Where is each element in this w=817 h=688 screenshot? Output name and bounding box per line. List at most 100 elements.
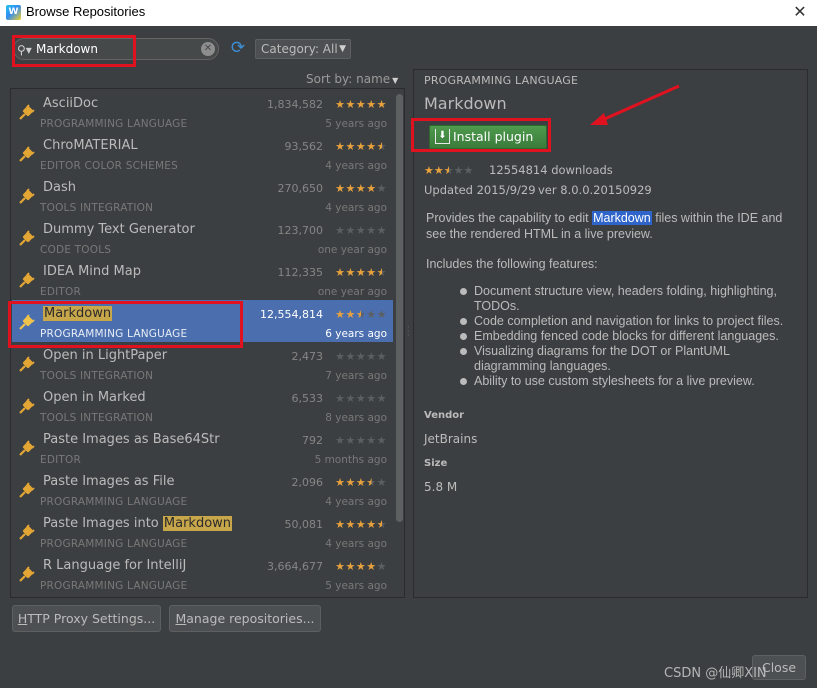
manage-button-label: anage repositories... [186, 611, 315, 626]
detail-version: ver 8.0.0.20150929 [538, 183, 652, 197]
description-highlight: Markdown [592, 211, 652, 225]
features-title: Includes the following features: [426, 257, 598, 271]
category-dropdown[interactable]: Category: All ▼ [255, 39, 351, 59]
plugin-icon [18, 397, 36, 415]
plugin-age: one year ago [317, 286, 387, 298]
plugin-age: 5 months ago [314, 454, 387, 466]
plugin-downloads: 6,533 [291, 392, 324, 405]
plugin-rating-stars: ★★★★★ [335, 434, 387, 447]
manage-repositories-button[interactable]: Manage repositories... [169, 605, 321, 632]
plugin-row[interactable]: Paste Images as Base64Str EDITOR 792 ★★★★★ 5… [12, 426, 393, 468]
plugin-row[interactable]: ChroMATERIAL EDITOR COLOR SCHEMES 93,562 ★★… [12, 132, 393, 174]
plugin-row[interactable]: AsciiDoc PROGRAMMING LANGUAGE 1,834,582 ★★★… [12, 90, 393, 132]
plugin-category: PROGRAMMING LANGUAGE [40, 580, 188, 592]
detail-updated: Updated 2015/9/29 [424, 183, 536, 197]
plugin-row[interactable]: Paste Images as File PROGRAMMING LANGUAGE… [12, 468, 393, 510]
search-icon[interactable]: ⚲▾ [17, 42, 37, 58]
install-plugin-button[interactable]: ⬇ Install plugin [429, 125, 547, 149]
plugin-detail-panel: PROGRAMMING LANGUAGE Markdown ⬇ Install … [413, 69, 808, 598]
description-text: Provides the capability to edit [426, 211, 593, 225]
detail-category: PROGRAMMING LANGUAGE [424, 74, 579, 87]
plugin-category: TOOLS INTEGRATION [40, 370, 154, 382]
search-input[interactable] [36, 40, 196, 58]
plugin-row[interactable]: Open in LightPaper TOOLS INTEGRATION 2,473… [12, 342, 393, 384]
proxy-button-mnemonic: H [17, 611, 28, 626]
plugin-category: EDITOR [40, 286, 81, 298]
title-bar: W Browse Repositories ✕ [0, 0, 817, 26]
watermark: CSDN @仙卿XIN [664, 666, 767, 681]
plugin-list[interactable]: AsciiDoc PROGRAMMING LANGUAGE 1,834,582 ★★★… [10, 88, 405, 598]
plugin-icon [18, 313, 36, 331]
plugin-category: PROGRAMMING LANGUAGE [40, 538, 188, 550]
proxy-button-label: TTP Proxy Settings... [27, 611, 156, 626]
window-title: Browse Repositories [26, 4, 146, 19]
plugin-downloads: 3,664,677 [267, 560, 323, 573]
chevron-down-icon: ▼ [339, 44, 346, 54]
plugin-downloads: 792 [302, 434, 323, 447]
plugin-icon [18, 439, 36, 457]
detail-plugin-name: Markdown [424, 94, 507, 113]
plugin-row[interactable]: Paste Images into Markdown PROGRAMMING LA… [12, 510, 393, 552]
plugin-name-text: Paste Images into [43, 516, 163, 531]
plugin-category: TOOLS INTEGRATION [40, 412, 154, 424]
size-value: 5.8 M [424, 480, 458, 494]
plugin-age: 4 years ago [325, 496, 387, 508]
search-box[interactable]: ⚲▾ ✕ [13, 38, 219, 60]
webstorm-logo-icon: W [6, 5, 21, 20]
detail-description: Provides the capability to edit Markdown… [426, 211, 796, 242]
plugin-rating-stars: ★★★★★ [335, 518, 387, 531]
plugin-category: TOOLS INTEGRATION [40, 202, 154, 214]
plugin-age: 4 years ago [325, 202, 387, 214]
feature-item: Document structure view, headers folding… [460, 284, 790, 314]
chevron-down-icon: ▼ [392, 76, 399, 85]
plugin-category: PROGRAMMING LANGUAGE [40, 328, 188, 340]
plugin-name: Dash [43, 180, 76, 195]
refresh-icon[interactable]: ⟳ [229, 38, 247, 58]
plugin-age: 6 years ago [325, 328, 387, 340]
plugin-icon [18, 565, 36, 583]
plugin-row[interactable]: IDEA Mind Map EDITOR 112,335 ★★★★★ one year … [12, 258, 393, 300]
plugin-rating-stars: ★★★★★ [335, 266, 387, 279]
plugin-age: 5 years ago [325, 580, 387, 592]
plugin-name: AsciiDoc [43, 96, 99, 111]
plugin-age: one year ago [317, 244, 387, 256]
sort-by-label: Sort by: name [306, 72, 391, 86]
size-label: Size [424, 458, 448, 469]
plugin-row[interactable]: R Language for IntelliJ PROGRAMMING LANGU… [12, 552, 393, 594]
plugin-downloads: 93,562 [284, 140, 324, 153]
plugin-icon [18, 229, 36, 247]
plugin-category: PROGRAMMING LANGUAGE [40, 496, 188, 508]
plugin-name: Open in Marked [43, 390, 146, 405]
plugin-row[interactable]: Dummy Text Generator CODE TOOLS 123,700 ★★★… [12, 216, 393, 258]
features-list: Document structure view, headers folding… [460, 284, 790, 389]
plugin-name: Paste Images into Markdown [43, 516, 233, 531]
plugin-rating-stars: ★★★★★ [335, 560, 387, 573]
plugin-icon [18, 523, 36, 541]
plugin-name: Paste Images as File [43, 474, 175, 489]
vendor-label: Vendor [424, 410, 465, 421]
plugin-age: 8 years ago [325, 412, 387, 424]
plugin-name: Paste Images as Base64Str [43, 432, 220, 447]
clear-search-icon[interactable]: ✕ [201, 42, 215, 56]
feature-item: Ability to use custom stylesheets for a … [460, 374, 790, 389]
plugin-downloads: 2,096 [291, 476, 324, 489]
plugin-rating-stars: ★★★★★ [335, 182, 387, 195]
plugin-icon [18, 355, 36, 373]
plugin-row[interactable]: Open in Marked TOOLS INTEGRATION 6,533 ★★★★… [12, 384, 393, 426]
close-window-icon[interactable]: ✕ [787, 0, 813, 24]
sort-by-control[interactable]: Sort by: name ▼ [306, 72, 398, 86]
splitter-handle[interactable]: · · · [407, 324, 410, 340]
plugin-row[interactable]: Markdown PROGRAMMING LANGUAGE 12,554,814 ★★… [12, 300, 393, 342]
plugin-rating-stars: ★★★★★ [335, 308, 387, 321]
plugin-rating-stars: ★★★★★ [335, 224, 387, 237]
plugin-age: 4 years ago [325, 538, 387, 550]
feature-item: Embedding fenced code blocks for differe… [460, 329, 790, 344]
plugin-downloads: 123,700 [277, 224, 324, 237]
detail-downloads: 12554814 downloads [489, 163, 613, 177]
http-proxy-settings-button[interactable]: HTTP Proxy Settings... [12, 605, 161, 632]
scrollbar-thumb[interactable] [396, 94, 403, 522]
plugin-age: 4 years ago [325, 160, 387, 172]
plugin-downloads: 112,335 [277, 266, 324, 279]
plugin-rating-stars: ★★★★★ [335, 350, 387, 363]
plugin-row[interactable]: Dash TOOLS INTEGRATION 270,650 ★★★★★ 4 years… [12, 174, 393, 216]
